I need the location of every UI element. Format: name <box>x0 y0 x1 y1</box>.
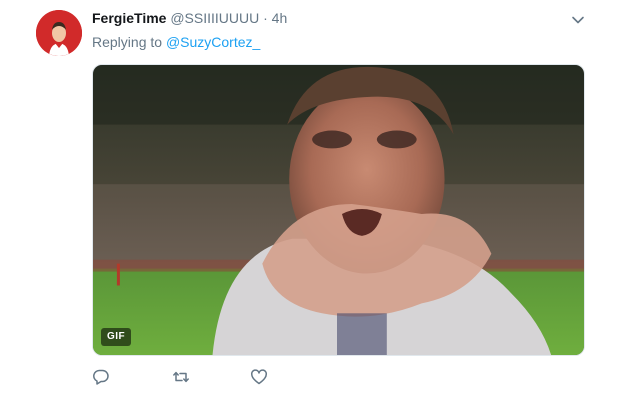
avatar-image <box>36 10 82 56</box>
separator-dot: · <box>263 10 268 26</box>
replying-to-link[interactable]: @SuzyCortez_ <box>166 34 260 50</box>
replying-to-label: Replying to <box>92 34 163 50</box>
tweet[interactable]: FergieTime @SSIIIIUUUU · 4h Replying to … <box>0 0 620 394</box>
chevron-down-icon[interactable] <box>570 12 586 28</box>
tweet-actions <box>92 368 292 388</box>
gif-badge: GIF <box>101 328 132 346</box>
heart-icon <box>250 368 270 386</box>
reply-icon <box>92 368 112 386</box>
user-handle[interactable]: @SSIIIIUUUU <box>170 10 259 26</box>
retweet-button[interactable] <box>172 368 192 388</box>
replying-to: Replying to @SuzyCortez_ <box>92 33 260 51</box>
display-name[interactable]: FergieTime <box>92 10 166 26</box>
retweet-icon <box>172 368 192 386</box>
like-button[interactable] <box>250 368 270 388</box>
tweet-timestamp[interactable]: 4h <box>272 10 288 26</box>
tweet-header: FergieTime @SSIIIIUUUU · 4h <box>92 9 287 27</box>
reply-button[interactable] <box>92 368 112 388</box>
avatar[interactable] <box>36 10 82 56</box>
gif-media[interactable]: GIF <box>92 64 585 356</box>
gif-frame <box>93 65 584 355</box>
